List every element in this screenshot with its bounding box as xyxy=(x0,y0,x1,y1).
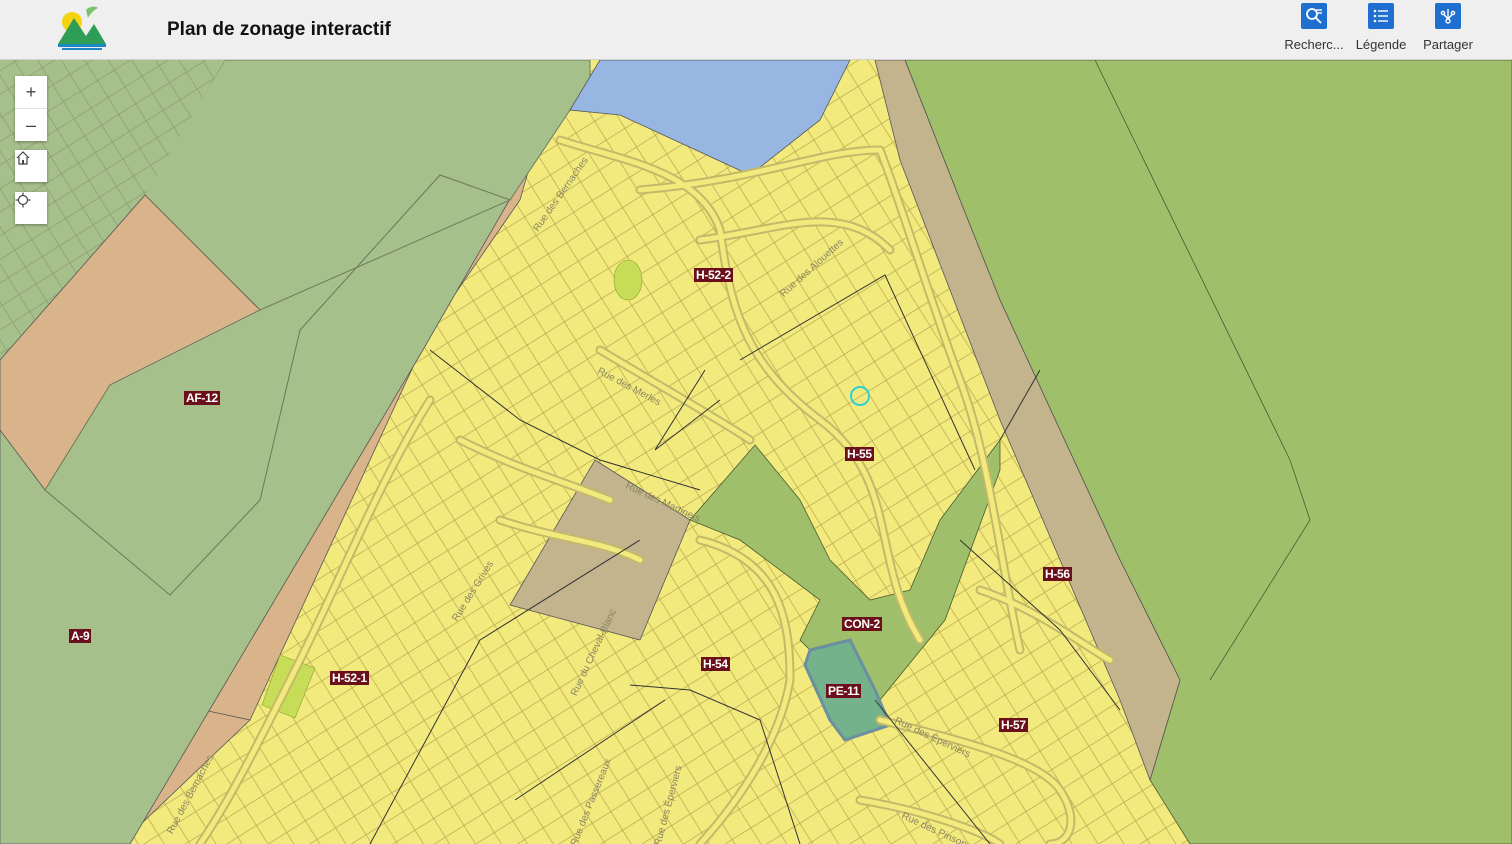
zone-label[interactable]: H-52-1 xyxy=(330,671,369,685)
zoom-in-button[interactable]: + xyxy=(15,76,47,108)
zone-label[interactable]: H-55 xyxy=(845,447,874,461)
zone-label[interactable]: H-54 xyxy=(701,657,730,671)
share-icon xyxy=(1435,3,1461,29)
zone-label[interactable]: AF-12 xyxy=(184,391,220,405)
home-control xyxy=(15,150,47,182)
zone-label[interactable]: H-57 xyxy=(999,718,1028,732)
zone-label[interactable]: CON-2 xyxy=(842,617,882,631)
share-label: Partager xyxy=(1423,37,1473,52)
search-list-icon xyxy=(1301,3,1327,29)
legend-list-icon xyxy=(1368,3,1394,29)
zone-label[interactable]: A-9 xyxy=(69,629,92,643)
zone-label[interactable]: PE-11 xyxy=(826,684,862,698)
share-button[interactable]: Partager xyxy=(1408,3,1488,52)
home-icon xyxy=(16,151,30,165)
municipality-logo xyxy=(52,4,108,54)
locate-icon xyxy=(15,192,31,208)
zoom-control: + – xyxy=(15,76,47,141)
app-header: Plan de zonage interactif Recherc... Lég… xyxy=(0,0,1512,60)
park xyxy=(613,259,643,301)
locate-button[interactable] xyxy=(15,192,47,224)
map-canvas xyxy=(0,60,1512,844)
zoning-map[interactable]: H-52-2 AF-12 H-55 H-56 A-9 CON-2 H-54 H-… xyxy=(0,60,1512,844)
zone-label[interactable]: H-52-2 xyxy=(694,268,733,282)
home-button[interactable] xyxy=(15,150,47,182)
zone-label[interactable]: H-56 xyxy=(1043,567,1072,581)
zoom-out-button[interactable]: – xyxy=(15,108,47,141)
app-title: Plan de zonage interactif xyxy=(167,19,391,40)
locate-control xyxy=(15,192,47,224)
